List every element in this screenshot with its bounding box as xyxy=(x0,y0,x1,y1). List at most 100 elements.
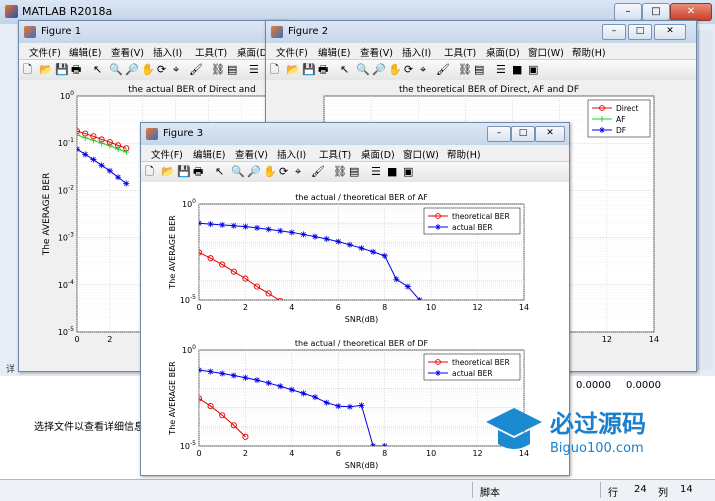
data-cursor-icon[interactable]: ⌖ xyxy=(420,63,426,77)
figure-icon xyxy=(146,128,158,140)
zoom-in-icon[interactable]: 🔍 xyxy=(356,63,370,77)
save-icon[interactable]: 💾 xyxy=(55,63,69,77)
figure-3-close-button[interactable]: ✕ xyxy=(535,126,565,142)
figure-2-menu: 文件(F) 编辑(E) 查看(V) 插入(I) 工具(T) 桌面(D) 窗口(W… xyxy=(266,43,696,59)
data-cursor-icon[interactable]: ⌖ xyxy=(295,165,301,179)
figure-3-title-bar[interactable]: Figure 3 – □ ✕ xyxy=(141,123,569,145)
menu-tools[interactable]: 工具(T) xyxy=(444,45,476,59)
data-point xyxy=(346,403,353,410)
print-icon[interactable]: 🖶 xyxy=(71,63,81,77)
matlab-title: MATLAB R2018a xyxy=(22,5,113,18)
data-point xyxy=(199,367,202,374)
right-panel-strip xyxy=(698,30,713,370)
zoom-in-icon[interactable]: 🔍 xyxy=(109,63,123,77)
colorbar-icon[interactable]: ▤ xyxy=(349,165,359,179)
figure-3-top-chart: 0 2 4 6 8 10 12 14 100 10-5 the actual / theoretic… xyxy=(168,193,529,324)
brush-icon[interactable]: 🖌 xyxy=(311,165,325,179)
x-tick-label: 14 xyxy=(519,303,529,312)
colorbar-icon[interactable]: ▤ xyxy=(227,63,237,77)
watermark: 必过源码 Biguo100.com xyxy=(478,400,678,462)
figure-3-minimize-button[interactable]: – xyxy=(487,126,511,142)
pointer-icon[interactable]: ↖ xyxy=(93,63,102,77)
close-button[interactable]: ✕ xyxy=(670,3,712,21)
maximize-button[interactable]: □ xyxy=(642,3,670,21)
legend-icon[interactable]: ☰ xyxy=(371,165,381,179)
menu-view[interactable]: 查看(V) xyxy=(235,147,268,161)
data-point xyxy=(416,297,423,300)
new-file-icon[interactable]: 🗋 xyxy=(145,165,154,179)
menu-tools[interactable]: 工具(T) xyxy=(319,147,351,161)
data-point xyxy=(404,283,411,290)
menu-file[interactable]: 文件(F) xyxy=(276,45,308,59)
menu-desktop[interactable]: 桌面(D) xyxy=(486,45,520,59)
y-tick-label: 10-1 xyxy=(58,137,74,148)
x-tick-label: 0 xyxy=(196,449,201,458)
new-file-icon[interactable]: 🗋 xyxy=(23,63,32,77)
minimize-button[interactable]: – xyxy=(614,3,642,21)
rotate-icon[interactable]: ⟳ xyxy=(404,63,413,77)
zoom-out-icon[interactable]: 🔎 xyxy=(247,165,261,179)
y-tick-label: 10-5 xyxy=(180,294,196,305)
menu-insert[interactable]: 插入(I) xyxy=(402,45,431,59)
dock-icon[interactable]: ▣ xyxy=(528,63,538,77)
menu-file[interactable]: 文件(F) xyxy=(29,45,61,59)
rotate-icon[interactable]: ⟳ xyxy=(279,165,288,179)
brush-icon[interactable]: 🖌 xyxy=(189,63,203,77)
menu-desktop[interactable]: 桌面(D) xyxy=(361,147,395,161)
menu-insert[interactable]: 插入(I) xyxy=(277,147,306,161)
print-icon[interactable]: 🖶 xyxy=(318,63,328,77)
open-folder-icon[interactable]: 📂 xyxy=(286,63,300,77)
data-point xyxy=(277,227,284,234)
link-icon[interactable]: ⛓ xyxy=(458,63,472,77)
menu-edit[interactable]: 编辑(E) xyxy=(318,45,350,59)
pan-icon[interactable]: ✋ xyxy=(388,63,402,77)
rotate-icon[interactable]: ⟳ xyxy=(157,63,166,77)
menu-insert[interactable]: 插入(I) xyxy=(153,45,182,59)
legend-icon[interactable]: ☰ xyxy=(496,63,506,77)
menu-edit[interactable]: 编辑(E) xyxy=(69,45,101,59)
menu-view[interactable]: 查看(V) xyxy=(111,45,144,59)
zoom-out-icon[interactable]: 🔎 xyxy=(125,63,139,77)
colorbar-icon[interactable]: ▤ xyxy=(474,63,484,77)
figure-2-close-button[interactable]: ✕ xyxy=(654,24,686,40)
figure-2-maximize-button[interactable]: □ xyxy=(628,24,652,40)
menu-edit[interactable]: 编辑(E) xyxy=(193,147,225,161)
y-tick-label: 10-4 xyxy=(58,279,74,290)
dock-icon[interactable]: ▣ xyxy=(403,165,413,179)
status-script: 脚本 xyxy=(480,488,500,499)
x-tick-label: 2 xyxy=(243,303,248,312)
pan-icon[interactable]: ✋ xyxy=(141,63,155,77)
figure-2-title-bar[interactable]: Figure 2 – □ ✕ xyxy=(266,21,696,43)
link-icon[interactable]: ⛓ xyxy=(211,63,225,77)
open-folder-icon[interactable]: 📂 xyxy=(161,165,175,179)
pointer-icon[interactable]: ↖ xyxy=(340,63,349,77)
menu-help[interactable]: 帮助(H) xyxy=(447,147,481,161)
open-folder-icon[interactable]: 📂 xyxy=(39,63,53,77)
menu-view[interactable]: 查看(V) xyxy=(360,45,393,59)
x-axis-label: SNR(dB) xyxy=(345,461,378,470)
zoom-in-icon[interactable]: 🔍 xyxy=(231,165,245,179)
link-icon[interactable]: ⛓ xyxy=(333,165,347,179)
menu-window[interactable]: 窗口(W) xyxy=(403,147,439,161)
figure-1-title-bar[interactable]: Figure 1 xyxy=(19,21,287,43)
y-tick-label: 100 xyxy=(182,344,196,355)
data-point xyxy=(370,248,377,255)
menu-help[interactable]: 帮助(H) xyxy=(572,45,606,59)
menu-file[interactable]: 文件(F) xyxy=(151,147,183,161)
zoom-out-icon[interactable]: 🔎 xyxy=(372,63,386,77)
figure-2-minimize-button[interactable]: – xyxy=(602,24,626,40)
pan-icon[interactable]: ✋ xyxy=(263,165,277,179)
hide-tools-icon[interactable]: ■ xyxy=(387,165,397,179)
pointer-icon[interactable]: ↖ xyxy=(215,165,224,179)
hide-tools-icon[interactable]: ■ xyxy=(512,63,522,77)
legend-icon[interactable]: ☰ xyxy=(249,63,259,77)
new-file-icon[interactable]: 🗋 xyxy=(270,63,279,77)
save-icon[interactable]: 💾 xyxy=(177,165,191,179)
brush-icon[interactable]: 🖌 xyxy=(436,63,450,77)
figure-3-maximize-button[interactable]: □ xyxy=(511,126,535,142)
print-icon[interactable]: 🖶 xyxy=(193,165,203,179)
menu-tools[interactable]: 工具(T) xyxy=(195,45,227,59)
data-cursor-icon[interactable]: ⌖ xyxy=(173,63,179,77)
menu-window[interactable]: 窗口(W) xyxy=(528,45,564,59)
save-icon[interactable]: 💾 xyxy=(302,63,316,77)
